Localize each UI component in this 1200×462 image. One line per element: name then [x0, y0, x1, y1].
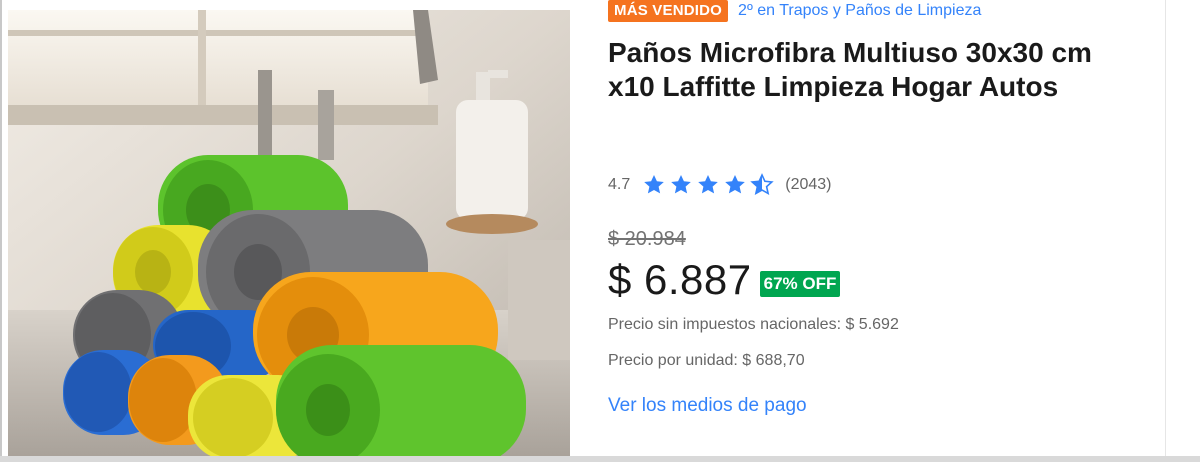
rating-row[interactable]: 4.7 (2043)	[608, 172, 832, 198]
price-row: $ 6.887 67% OFF	[608, 255, 841, 305]
discount-badge: 67% OFF	[759, 271, 841, 297]
star-full-icon	[644, 175, 665, 194]
star-full-icon	[698, 175, 719, 194]
product-page: MÁS VENDIDO 2º en Trapos y Paños de Limp…	[0, 0, 1200, 462]
left-border	[0, 0, 2, 462]
rating-stars	[642, 173, 777, 197]
product-title: Paños Microfibra Multiuso 30x30 cm x10 L…	[608, 37, 1092, 102]
badges-row: MÁS VENDIDO 2º en Trapos y Paños de Limp…	[608, 0, 981, 22]
bottom-scrollbar-track	[0, 456, 1200, 462]
category-ranking-link[interactable]: 2º en Trapos y Paños de Limpieza	[738, 1, 981, 21]
rating-value: 4.7	[608, 176, 631, 193]
best-seller-badge: MÁS VENDIDO	[608, 0, 729, 22]
review-count: (2043)	[785, 176, 832, 193]
price-without-taxes: Precio sin impuestos nacionales: $ 5.692	[608, 316, 899, 333]
unit-price: Precio por unidad: $ 688,70	[608, 352, 805, 369]
original-price: $ 20.984	[608, 228, 686, 250]
microfiber-cloths-illustration	[8, 10, 570, 456]
product-image[interactable]	[8, 10, 570, 456]
right-divider	[1165, 0, 1166, 462]
star-half-icon	[750, 173, 774, 195]
star-full-icon	[671, 175, 692, 194]
payment-methods-link[interactable]: Ver los medios de pago	[608, 395, 807, 417]
star-full-icon	[725, 175, 746, 194]
current-price: $ 6.887	[608, 256, 752, 303]
